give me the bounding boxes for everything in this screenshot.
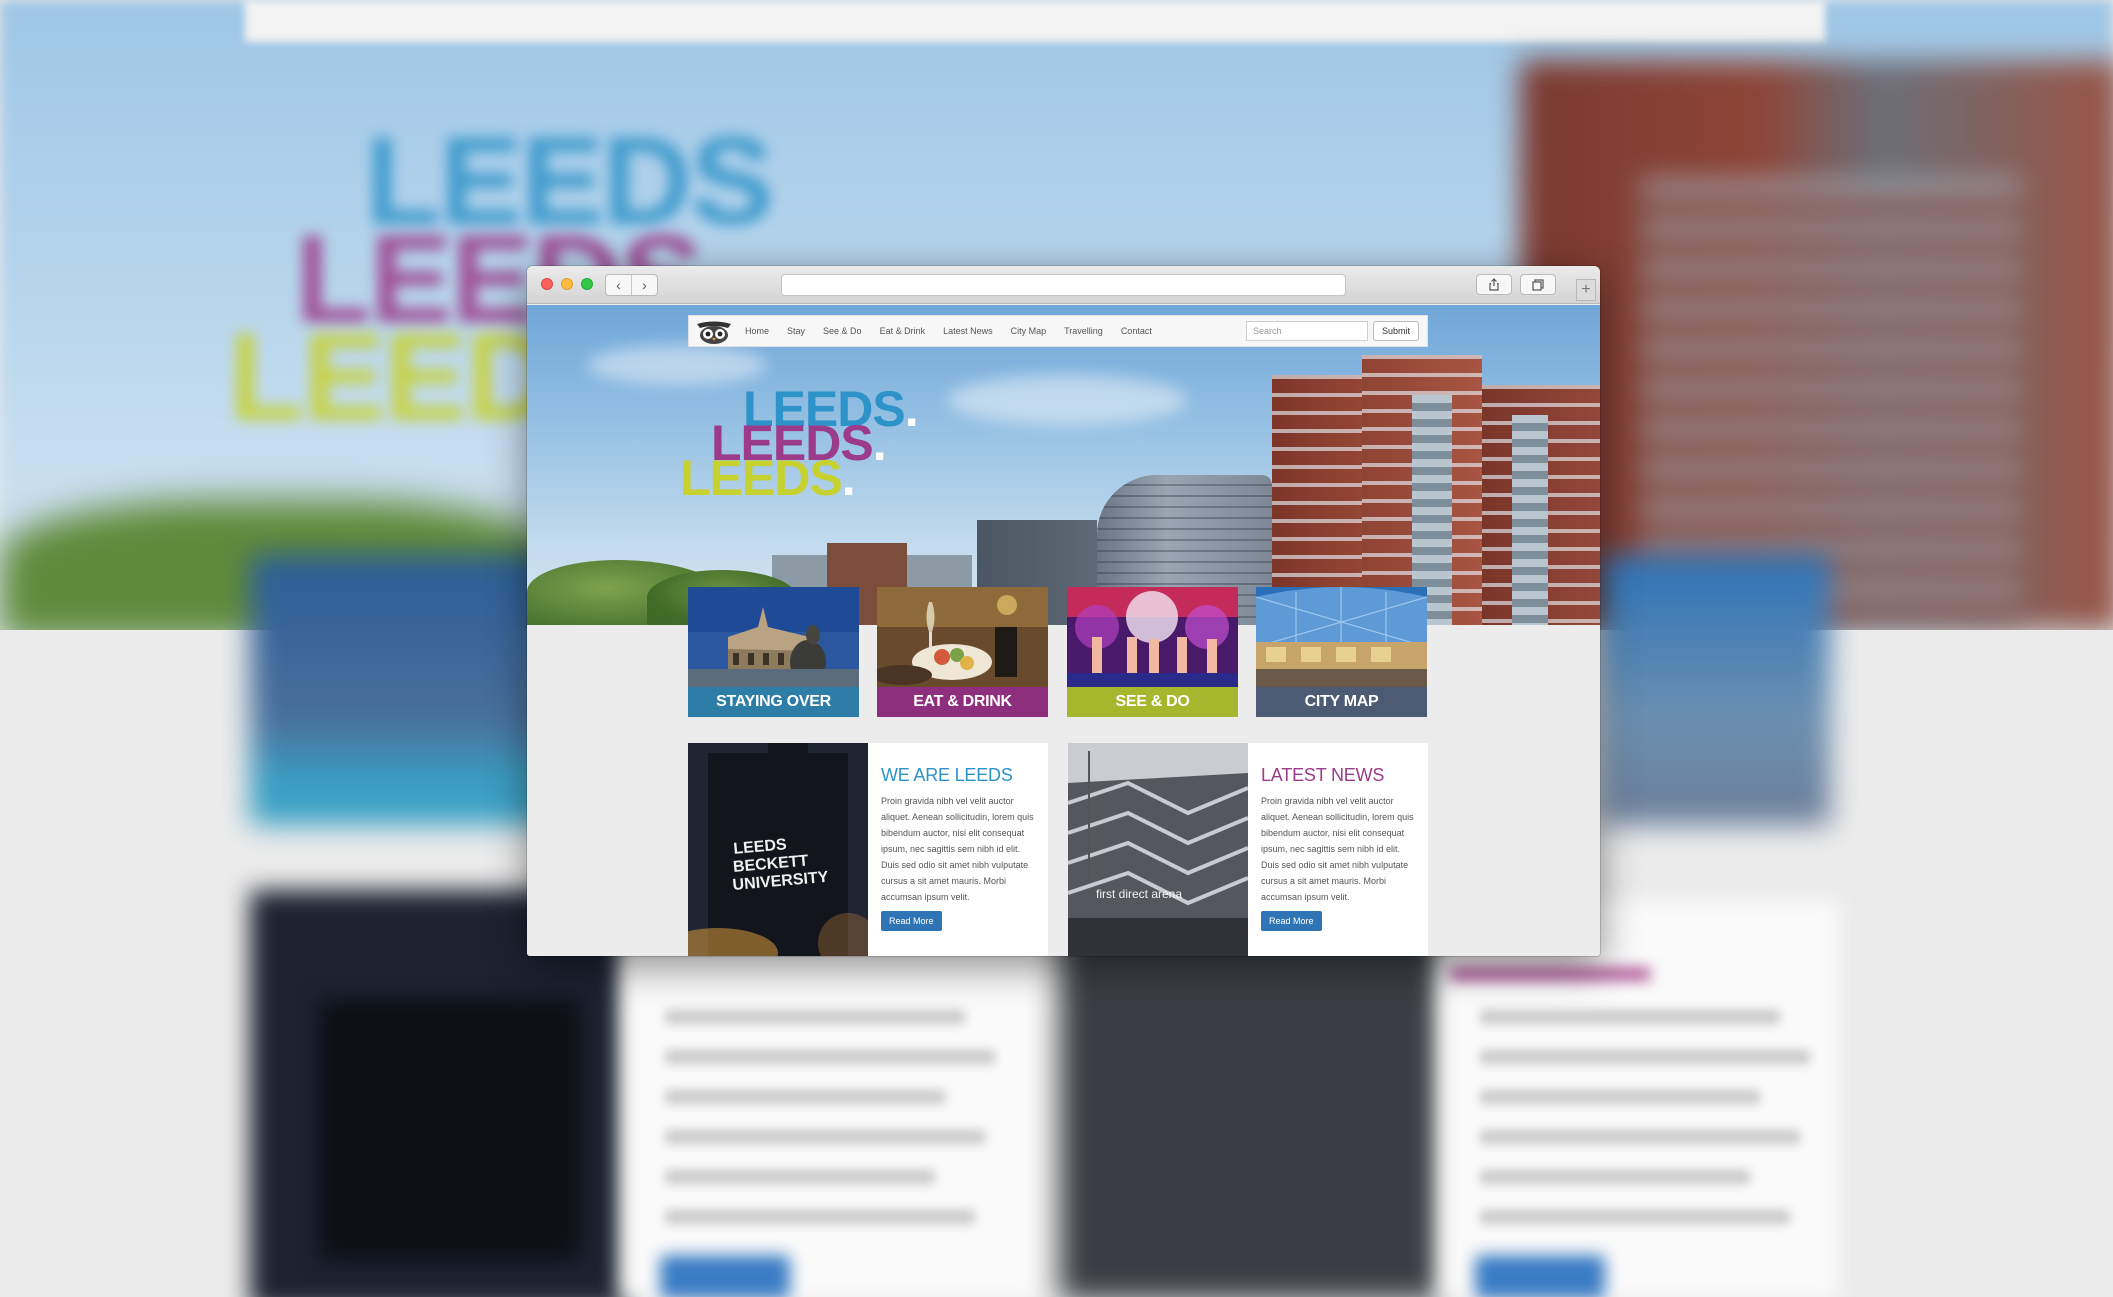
main-nav: Home Stay See & Do Eat & Drink Latest Ne… bbox=[745, 316, 1170, 346]
close-window-button[interactable] bbox=[541, 278, 553, 290]
bg-line bbox=[665, 1010, 965, 1024]
card-latest-news: first direct arena LATEST NEWS Proin gra… bbox=[1068, 743, 1428, 956]
share-button[interactable] bbox=[1476, 274, 1512, 295]
cloud bbox=[587, 345, 767, 385]
site-navbar: Home Stay See & Do Eat & Drink Latest Ne… bbox=[688, 315, 1428, 347]
tile-image-town-hall bbox=[688, 587, 859, 687]
bg-line bbox=[665, 1130, 985, 1144]
owl-logo-icon[interactable] bbox=[695, 320, 733, 344]
tile-image-food bbox=[877, 587, 1048, 687]
university-building-image: LEEDS BECKETT UNIVERSITY bbox=[688, 743, 868, 956]
zoom-window-button[interactable] bbox=[581, 278, 593, 290]
tile-staying-over[interactable]: STAYING OVER bbox=[688, 587, 859, 717]
bg-line bbox=[1480, 1170, 1750, 1184]
bg-card-image-blur bbox=[1060, 900, 1440, 1297]
bg-line bbox=[665, 1170, 935, 1184]
tabs-icon bbox=[1532, 278, 1544, 291]
new-tab-button[interactable]: + bbox=[1576, 279, 1596, 301]
bg-line bbox=[1480, 1210, 1790, 1224]
read-more-button[interactable]: Read More bbox=[881, 911, 942, 931]
tile-image-arcade bbox=[1256, 587, 1427, 687]
forward-button[interactable]: › bbox=[632, 275, 657, 295]
cloud bbox=[947, 375, 1187, 425]
card-text: Proin gravida nibh vel velit auctor aliq… bbox=[881, 796, 1034, 902]
nav-link-see-do[interactable]: See & Do bbox=[823, 326, 862, 336]
browser-window: ‹ › + LEEDS. LEEDS. LEEDS. Home Stay See… bbox=[527, 266, 1600, 956]
card-title: WE ARE LEEDS bbox=[881, 765, 1013, 785]
card-we-are-leeds: LEEDS BECKETT UNIVERSITY WE ARE LEEDS Pr… bbox=[688, 743, 1048, 956]
tile-city-map[interactable]: CITY MAP bbox=[1256, 587, 1427, 717]
bg-nav-blur bbox=[245, 0, 1825, 42]
submit-button[interactable]: Submit bbox=[1373, 321, 1419, 341]
back-button[interactable]: ‹ bbox=[606, 275, 632, 295]
tile-label: STAYING OVER bbox=[688, 687, 859, 717]
nav-link-stay[interactable]: Stay bbox=[787, 326, 805, 336]
nav-link-travelling[interactable]: Travelling bbox=[1064, 326, 1103, 336]
minimize-window-button[interactable] bbox=[561, 278, 573, 290]
card-title: LATEST NEWS bbox=[1261, 765, 1385, 785]
card-image-text-arena: first direct arena bbox=[1096, 887, 1182, 901]
read-more-button[interactable]: Read More bbox=[1261, 911, 1322, 931]
nav-link-home[interactable]: Home bbox=[745, 326, 769, 336]
bg-line bbox=[1480, 1130, 1800, 1144]
hero-leeds-3: LEEDS. bbox=[680, 450, 856, 506]
tile-label: EAT & DRINK bbox=[877, 687, 1048, 717]
bg-line bbox=[665, 1210, 975, 1224]
bg-button-blur bbox=[1475, 1255, 1605, 1297]
hero-word: LEEDS bbox=[680, 450, 843, 506]
card-image-university: LEEDS BECKETT UNIVERSITY bbox=[688, 743, 868, 956]
card-text: Proin gravida nibh vel velit auctor aliq… bbox=[1261, 796, 1414, 902]
bg-line bbox=[1480, 1010, 1780, 1024]
hero-dot: . bbox=[841, 450, 856, 506]
arena-building-image: first direct arena bbox=[1068, 743, 1248, 956]
building-tower bbox=[1362, 355, 1482, 625]
bg-line bbox=[1480, 1050, 1810, 1064]
tile-eat-drink[interactable]: EAT & DRINK bbox=[877, 587, 1048, 717]
card-image-arena: first direct arena bbox=[1068, 743, 1248, 956]
browser-titlebar: ‹ › + bbox=[527, 266, 1600, 304]
hero-dot: . bbox=[872, 415, 887, 471]
bg-tile-blur bbox=[1600, 555, 1830, 825]
page-viewport: LEEDS. LEEDS. LEEDS. Home Stay See & Do … bbox=[527, 305, 1600, 956]
address-bar[interactable] bbox=[781, 274, 1346, 296]
bg-card-image-dark bbox=[320, 1000, 580, 1260]
card-body: LATEST NEWS Proin gravida nibh vel velit… bbox=[1261, 765, 1419, 931]
hero-dot: . bbox=[904, 381, 919, 437]
nav-link-contact[interactable]: Contact bbox=[1121, 326, 1152, 336]
card-body: WE ARE LEEDS Proin gravida nibh vel veli… bbox=[881, 765, 1039, 931]
nav-link-city-map[interactable]: City Map bbox=[1011, 326, 1047, 336]
bg-button-blur bbox=[660, 1255, 790, 1297]
tile-label: CITY MAP bbox=[1256, 687, 1427, 717]
search-input[interactable]: Search bbox=[1246, 321, 1368, 341]
bg-line bbox=[1480, 1090, 1760, 1104]
bg-line bbox=[665, 1090, 945, 1104]
nav-link-latest-news[interactable]: Latest News bbox=[943, 326, 993, 336]
history-buttons: ‹ › bbox=[605, 274, 658, 296]
tile-label: SEE & DO bbox=[1067, 687, 1238, 717]
tile-see-do[interactable]: SEE & DO bbox=[1067, 587, 1238, 717]
hero-banner: LEEDS. LEEDS. LEEDS. Home Stay See & Do … bbox=[527, 305, 1600, 625]
bg-tile-blur bbox=[250, 555, 550, 825]
show-tabs-button[interactable] bbox=[1520, 274, 1556, 295]
share-icon bbox=[1489, 278, 1499, 291]
nav-link-eat-drink[interactable]: Eat & Drink bbox=[880, 326, 926, 336]
bg-line bbox=[665, 1050, 995, 1064]
tile-image-show bbox=[1067, 587, 1238, 687]
building-tower bbox=[1482, 385, 1600, 625]
